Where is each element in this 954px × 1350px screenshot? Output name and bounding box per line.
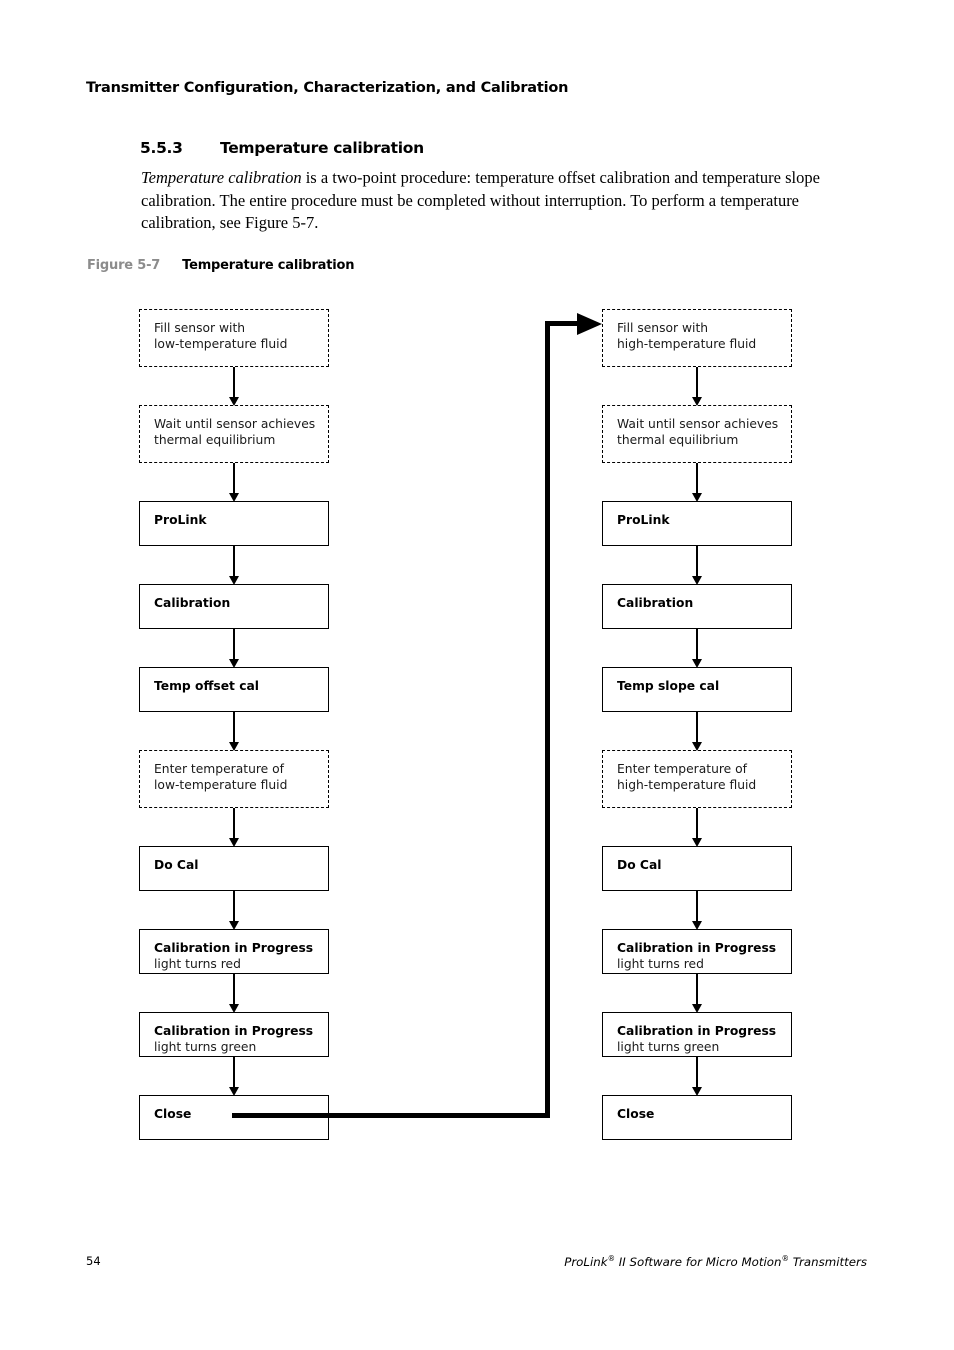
flow-connector <box>696 808 698 839</box>
flow-node-line-1: Calibration in Progress <box>617 941 777 955</box>
flow-node: Calibration in Progress light turns green <box>139 1012 329 1057</box>
flow-arrowhead-icon <box>228 1003 239 1013</box>
flow-node-line-2: light turns red <box>617 956 704 971</box>
flow-node: Do Cal <box>602 846 792 891</box>
footer-title-post: Transmitters <box>788 1254 867 1269</box>
flow-connector <box>696 1057 698 1088</box>
flow-node-line-2: light turns green <box>617 1039 720 1054</box>
flow-node-line-2: high-temperature fluid <box>617 336 757 351</box>
flow-arrowhead-icon <box>228 575 239 585</box>
flow-node: ProLink <box>139 501 329 546</box>
flow-node-line-1: Calibration <box>617 596 694 610</box>
flow-connector <box>233 712 235 743</box>
flow-node-line-1: Calibration in Progress <box>154 1024 314 1038</box>
flow-node-line-1: Do Cal <box>154 858 199 872</box>
flow-connector <box>696 891 698 922</box>
flow-node: Calibration in Progress light turns red <box>602 929 792 974</box>
flow-node-line-1: Do Cal <box>617 858 662 872</box>
flow-arrowhead-icon <box>228 658 239 668</box>
flow-node: Temp offset cal <box>139 667 329 712</box>
flow-arrowhead-icon <box>691 1003 702 1013</box>
loopback-arrowhead-icon <box>577 312 602 335</box>
flow-node-line-1: Calibration in Progress <box>154 941 314 955</box>
flow-arrowhead-icon <box>228 741 239 751</box>
flow-arrowhead-icon <box>691 658 702 668</box>
flow-node-line-1: Enter temperature of <box>617 762 747 776</box>
flow-node-line-2: light turns green <box>154 1039 257 1054</box>
flow-arrowhead-icon <box>691 741 702 751</box>
flow-node-line-1: ProLink <box>617 513 670 527</box>
flow-connector <box>233 974 235 1005</box>
flow-node-line-1: Temp offset cal <box>154 679 260 693</box>
flow-node-line-1: Calibration <box>154 596 231 610</box>
flow-node: Temp slope cal <box>602 667 792 712</box>
flow-node: Wait until sensor achieves thermal equili… <box>139 405 329 463</box>
flow-connector <box>696 974 698 1005</box>
flow-node-line-1: Calibration in Progress <box>617 1024 777 1038</box>
flow-arrowhead-icon <box>228 492 239 502</box>
document-page: Transmitter Configuration, Characterizat… <box>0 0 954 1350</box>
flow-arrowhead-icon <box>228 837 239 847</box>
flow-node-line-1: Close <box>617 1107 655 1121</box>
flow-node-line-2: light turns red <box>154 956 241 971</box>
flow-arrowhead-icon <box>228 1086 239 1096</box>
flow-connector <box>233 1057 235 1088</box>
footer-page-number: 54 <box>86 1254 101 1268</box>
flow-node-line-2: low-temperature fluid <box>154 336 288 351</box>
flow-arrowhead-icon <box>691 920 702 930</box>
flowchart-temperature-calibration: Fill sensor with low-temperature fluid Wai… <box>0 0 954 1350</box>
flow-connector <box>696 367 698 398</box>
flow-arrowhead-icon <box>228 396 239 406</box>
flow-node-line-2: thermal equilibrium <box>617 432 739 447</box>
flow-arrowhead-icon <box>691 492 702 502</box>
flow-node: Calibration <box>139 584 329 629</box>
flow-node-line-1: Wait until sensor achieves <box>617 417 779 431</box>
flow-node-line-1: Fill sensor with <box>617 321 709 335</box>
flow-node-line-2: low-temperature fluid <box>154 777 288 792</box>
flow-node: ProLink <box>602 501 792 546</box>
flow-arrowhead-icon <box>691 575 702 585</box>
flow-connector <box>233 367 235 398</box>
flow-node-line-1: Fill sensor with <box>154 321 246 335</box>
registered-mark-icon: ® <box>781 1254 789 1263</box>
loopback-connector-to-arrow <box>545 321 578 326</box>
flow-node: Calibration <box>602 584 792 629</box>
flow-node-line-1: Wait until sensor achieves <box>154 417 316 431</box>
footer-product-title: ProLink® II Software for Micro Motion® T… <box>564 1254 867 1269</box>
flow-node-line-1: Enter temperature of <box>154 762 284 776</box>
flow-node: Enter temperature of high-temperature flu… <box>602 750 792 808</box>
flow-node: Wait until sensor achieves thermal equili… <box>602 405 792 463</box>
flow-connector <box>696 712 698 743</box>
loopback-connector-up <box>545 321 550 1118</box>
flow-node: Do Cal <box>139 846 329 891</box>
flow-node: Close <box>602 1095 792 1140</box>
flow-node-line-2: high-temperature fluid <box>617 777 757 792</box>
flow-arrowhead-icon <box>228 920 239 930</box>
flow-connector <box>696 546 698 577</box>
flow-node: Fill sensor with high-temperature fluid <box>602 309 792 367</box>
footer-title-mid: II Software for Micro Motion <box>615 1254 782 1269</box>
flow-node: Fill sensor with low-temperature fluid <box>139 309 329 367</box>
flow-arrowhead-icon <box>691 396 702 406</box>
flow-connector <box>233 808 235 839</box>
footer-title-pre: ProLink <box>564 1254 608 1269</box>
flow-connector <box>696 463 698 494</box>
flow-connector <box>696 629 698 660</box>
flow-node: Calibration in Progress light turns green <box>602 1012 792 1057</box>
flow-connector <box>233 463 235 494</box>
flow-connector <box>233 629 235 660</box>
registered-mark-icon: ® <box>607 1254 616 1263</box>
flow-node-line-2: thermal equilibrium <box>154 432 276 447</box>
flow-arrowhead-icon <box>691 837 702 847</box>
flow-node-line-1: ProLink <box>154 513 207 527</box>
flow-node: Enter temperature of low-temperature flui… <box>139 750 329 808</box>
loopback-connector-across <box>231 1113 548 1118</box>
flow-connector <box>233 891 235 922</box>
flow-connector <box>233 546 235 577</box>
flow-arrowhead-icon <box>691 1086 702 1096</box>
flow-node-line-1: Temp slope cal <box>617 679 720 693</box>
flow-node: Calibration in Progress light turns red <box>139 929 329 974</box>
